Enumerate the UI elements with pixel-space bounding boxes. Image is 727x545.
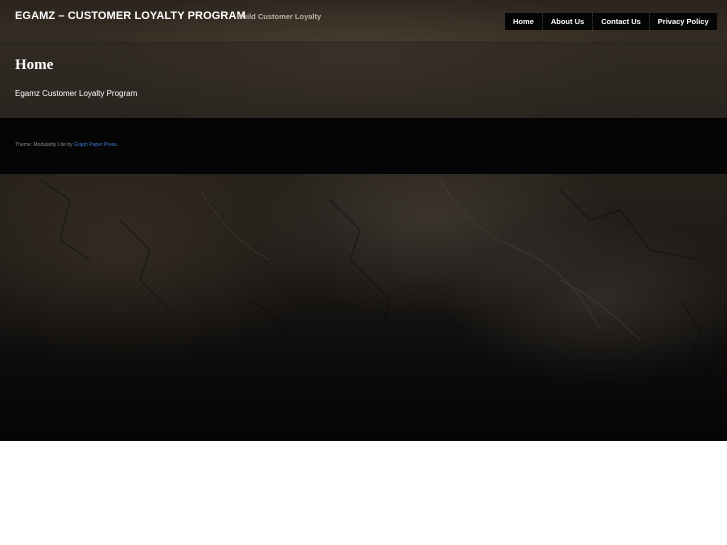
nav-item-about-us[interactable]: About Us [541,13,592,30]
footer-credit: Theme: Modularity Lite by Graph Paper Pr… [15,142,118,148]
footer-credit-suffix: . [116,142,119,148]
nav-item-home[interactable]: Home [505,13,542,30]
nav-item-privacy-policy[interactable]: Privacy Policy [648,13,717,30]
main-navigation: Home About Us Contact Us Privacy Policy [505,13,717,30]
site-tagline: Build Customer Loyalty [237,12,322,21]
footer-credit-prefix: Theme: Modularity Lite by [15,142,74,148]
nav-item-contact-us[interactable]: Contact Us [592,13,649,30]
page-title: Home [15,57,54,73]
footer-credit-link[interactable]: Graph Paper Press [74,142,117,148]
page-body-text: Egamz Customer Loyalty Program [15,89,138,98]
site-title[interactable]: EGAMZ – CUSTOMER LOYALTY PROGRAM [15,10,246,22]
content-area [0,41,727,118]
